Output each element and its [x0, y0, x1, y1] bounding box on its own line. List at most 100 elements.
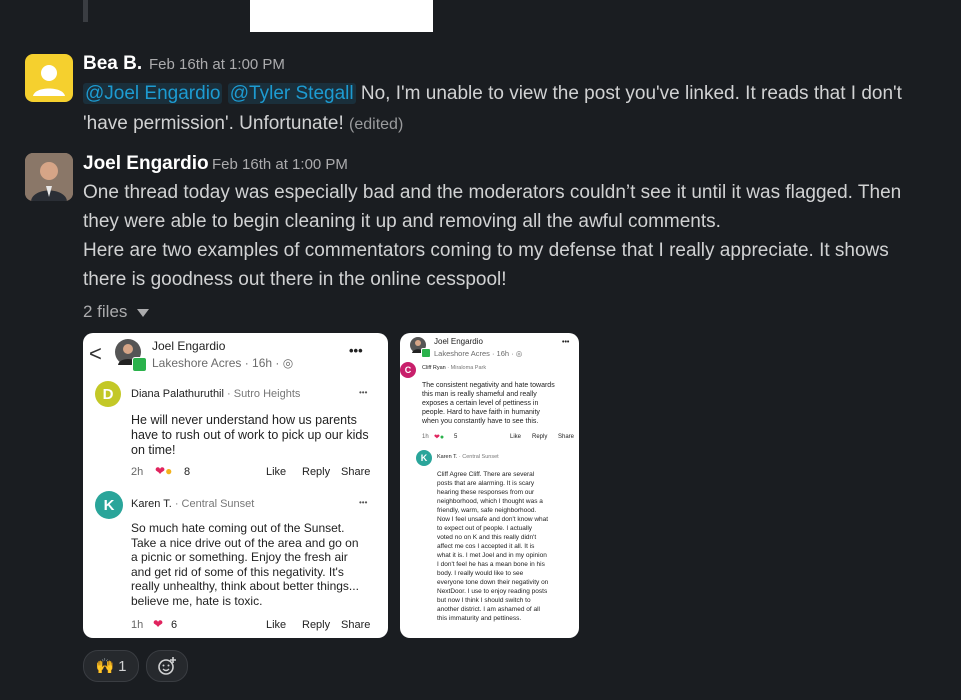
- raised-hands-icon: 🙌: [95, 658, 115, 675]
- group-badge-icon: [421, 348, 431, 358]
- author-name[interactable]: Bea B.: [83, 53, 142, 75]
- comment-line: this man is really shameful and really: [422, 391, 537, 398]
- timestamp[interactable]: Feb 16th at 1:00 PM: [149, 56, 285, 73]
- comment-line: have to rush out of work to pick up our …: [131, 428, 369, 442]
- author-name[interactable]: Joel Engardio: [83, 153, 209, 175]
- comment-author: Karen T. · Central Sunset: [131, 498, 254, 510]
- comment-author-name: Cliff Ryan: [422, 365, 446, 371]
- add-reaction-button[interactable]: [146, 650, 188, 682]
- files-toggle[interactable]: 2 files: [83, 302, 150, 322]
- poster-sub: Lakeshore Acres · 16h · ◎: [152, 356, 293, 370]
- avatar[interactable]: [25, 54, 73, 102]
- heart-laugh-icon: ❤●: [155, 464, 173, 478]
- comment-time: 2h: [131, 466, 144, 478]
- globe-icon: ◎: [515, 349, 523, 358]
- avatar[interactable]: [25, 153, 73, 201]
- mention-tyler[interactable]: @Tyler Stegall: [227, 83, 356, 104]
- reaction-count: 6: [171, 619, 178, 631]
- mention-joel[interactable]: @Joel Engardio: [83, 83, 223, 104]
- comment-line: really unhealthy, think about better thi…: [131, 579, 359, 593]
- heart-like-icon: ❤●: [434, 434, 445, 441]
- like-button: Like: [266, 619, 287, 631]
- like-button: Like: [266, 466, 287, 478]
- comment-line: a picnic or something. Enjoy the fresh a…: [131, 550, 348, 564]
- globe-icon: ◎: [282, 356, 294, 370]
- reply-button: Reply: [302, 619, 331, 631]
- chevron-down-icon: [137, 308, 150, 317]
- comment-line: on time!: [131, 443, 176, 457]
- comment-line: people. Hard to have faith in humanity: [422, 409, 540, 416]
- more-icon: •••: [359, 388, 368, 397]
- comment-line: NextDoor. I use to enjoy reading posts: [437, 588, 548, 595]
- comment-line: So much hate coming out of the Sunset.: [131, 521, 345, 535]
- comment-author-name: Diana Palathuruthil: [131, 388, 224, 400]
- reaction-count: 8: [184, 466, 191, 478]
- message-text-line: 'have permission'. Unfortunate! (edited): [83, 113, 403, 135]
- comment-line: to expect out of people. I actually: [437, 525, 533, 532]
- comment-line: another district. I am ashamed of all: [437, 606, 540, 613]
- comment-line: but now I think I should switch to: [437, 597, 531, 604]
- files-label: 2 files: [83, 302, 128, 321]
- back-icon: <: [89, 341, 102, 366]
- poster-sub-text: Lakeshore Acres · 16h ·: [434, 349, 516, 358]
- user-icon: [33, 65, 65, 96]
- heart-icon: ❤: [153, 617, 164, 631]
- comment-line: neighborhood, which I thought was a: [437, 498, 543, 505]
- timestamp[interactable]: Feb 16th at 1:00 PM: [212, 156, 348, 173]
- comment-line: The consistent negativity and hate towar…: [422, 382, 555, 389]
- comment-line: I don't feel he has a mean bone in his: [437, 561, 545, 568]
- comment-author: Karen T. · Central Sunset: [437, 454, 499, 460]
- attachment-image-1[interactable]: < Joel Engardio Lakeshore Acres · 16h · …: [83, 333, 388, 638]
- attachment-image-2[interactable]: Joel Engardio Lakeshore Acres · 16h · ◎ …: [400, 333, 579, 638]
- like-button: Like: [510, 434, 522, 440]
- edited-label: (edited): [349, 116, 404, 133]
- comment-author: Diana Palathuruthil · Sutro Heights: [131, 388, 300, 400]
- comment-line: friendly, warm, safe neighborhood.: [437, 507, 537, 514]
- comment-location: · Central Sunset: [457, 454, 499, 460]
- comment-author-name: Karen T.: [131, 498, 172, 510]
- more-icon: •••: [359, 498, 368, 507]
- message-line-2: they were able to begin cleaning it up a…: [83, 211, 721, 232]
- reply-button: Reply: [532, 434, 548, 440]
- comment-line: when you constantly have to see this.: [422, 418, 539, 425]
- comment-text: The consistent negativity and hate towar…: [422, 381, 555, 426]
- commenter-avatar: K: [95, 491, 123, 519]
- message-line-4: there is goodness out there in the onlin…: [83, 269, 507, 290]
- comment-location: · Miraloma Park: [445, 365, 487, 371]
- reaction-count: 1: [118, 657, 127, 675]
- comment-line: affect me cos I accepted it all. It is: [437, 543, 535, 550]
- comment-line: this immaturity and pettiness.: [437, 615, 522, 622]
- redacted-block: [250, 0, 433, 32]
- comment-text: Cliff Agree Cliff. There are several pos…: [437, 470, 548, 623]
- group-badge-icon: [132, 357, 147, 372]
- comment-line: believe me, hate is toxic.: [131, 593, 263, 608]
- thread-line: [83, 0, 88, 22]
- poster-sub: Lakeshore Acres · 16h · ◎: [434, 349, 522, 358]
- more-icon: •••: [562, 339, 570, 346]
- comment-line: Cliff Agree Cliff. There are several: [437, 471, 535, 478]
- comment-author: Cliff Ryan · Miraloma Park: [422, 365, 486, 371]
- more-icon: •••: [349, 343, 363, 358]
- poster-name: Joel Engardio: [434, 337, 483, 346]
- message-text-part: No, I'm unable to view the post you've l…: [355, 83, 902, 104]
- message-line-1: One thread today was especially bad and …: [83, 182, 902, 203]
- comment-line: posts that are alarming. It is scary: [437, 480, 535, 487]
- reaction-raised-hands[interactable]: 🙌 1: [83, 650, 139, 682]
- commenter-avatar: D: [95, 381, 121, 407]
- comment-line: everyone tone down their negativity on: [437, 579, 549, 586]
- comment-line: hearing these responses from our: [437, 489, 535, 496]
- message-text: @Joel Engardio @Tyler Stegall No, I'm un…: [83, 83, 902, 105]
- comment-text: He will never understand how us parents …: [131, 413, 369, 458]
- share-button: Share: [341, 466, 371, 478]
- comment-location: · Sutro Heights: [223, 388, 301, 400]
- comment-line: body. I really would like to see: [437, 570, 524, 577]
- poster-name: Joel Engardio: [152, 339, 226, 353]
- comment-time: 1h: [131, 619, 144, 631]
- comment-line: Take a nice drive out of the area and go…: [131, 535, 359, 550]
- comment-location: · Central Sunset: [171, 498, 255, 510]
- comment-line: and get rid of some of this negativity. …: [131, 564, 344, 579]
- comment-author-name: Karen T.: [437, 454, 458, 460]
- comment-line: He will never understand how us parents: [131, 413, 357, 427]
- comment-line: Now I feel unsafe and don't know what: [437, 516, 549, 523]
- share-button: Share: [341, 619, 371, 631]
